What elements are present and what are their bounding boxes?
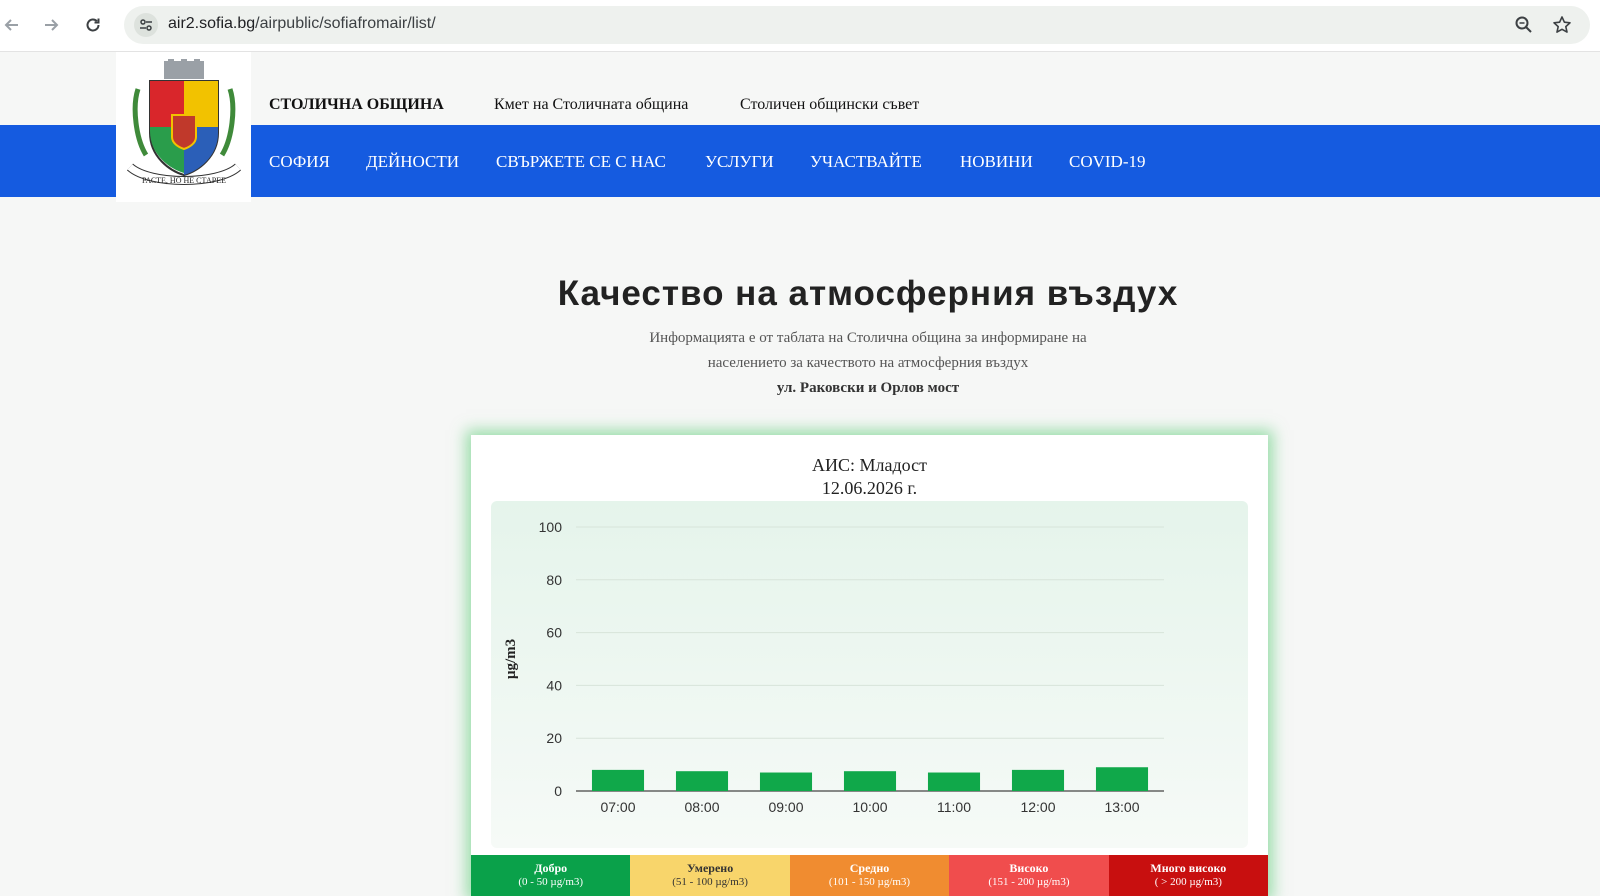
menu-item-covid[interactable]: COVID-19 bbox=[1069, 152, 1146, 172]
x-tick-label: 07:00 bbox=[600, 799, 635, 815]
legend-segment: Високо (151 - 200 µg/m3) bbox=[949, 855, 1109, 896]
legend-segment: Умерено (51 - 100 µg/m3) bbox=[630, 855, 790, 896]
page-title: Качество на атмосферния въздух bbox=[557, 274, 1179, 313]
chart-title-date: 12.06.2026 г. bbox=[821, 478, 918, 498]
y-tick-label: 100 bbox=[539, 519, 563, 535]
menu-item-contact[interactable]: СВЪРЖЕТЕ СЕ С НАС bbox=[496, 152, 666, 172]
forward-icon[interactable] bbox=[36, 10, 66, 40]
council-link[interactable]: Столичен общински съвет bbox=[740, 96, 919, 114]
bar-1000 bbox=[843, 771, 897, 791]
url-host: air2.sofia.bg bbox=[168, 15, 256, 32]
back-icon[interactable] bbox=[0, 10, 27, 40]
aqi-legend: Добро (0 - 50 µg/m3) Умерено (51 - 100 µg/m… bbox=[471, 855, 1269, 896]
x-tick-label: 10:00 bbox=[852, 799, 887, 815]
legend-range: (0 - 50 µg/m3) bbox=[518, 876, 584, 888]
air-quality-card: АИС: Младост 12.06.2026 г. 0 20 40 60 80 100 µ… bbox=[471, 435, 1269, 896]
legend-range: (101 - 150 µg/m3) bbox=[828, 876, 911, 888]
bar-chart: 0 20 40 60 80 100 µg/m3 07:00 08:00 09:00 10:00 11:… bbox=[491, 501, 1248, 848]
menu-item-activities[interactable]: ДЕЙНОСТИ bbox=[366, 152, 459, 172]
bar-0800 bbox=[675, 771, 729, 791]
subtitle-line-1: Информацията е от таблата на Столична об… bbox=[649, 330, 1087, 346]
menu-item-sofia[interactable]: СОФИЯ bbox=[269, 152, 330, 172]
y-tick-label: 0 bbox=[554, 783, 562, 799]
zoom-icon[interactable] bbox=[1512, 13, 1536, 37]
bar-0900 bbox=[759, 772, 813, 791]
subtitle-line-2: населението за качеството на атмосферния… bbox=[707, 355, 1029, 371]
browser-toolbar: air2.sofia.bg/airpublic/sofiafromair/lis… bbox=[0, 0, 1600, 52]
y-tick-label: 80 bbox=[546, 572, 562, 588]
legend-label: Умерено bbox=[686, 861, 734, 875]
address-bar[interactable]: air2.sofia.bg/airpublic/sofiafromair/lis… bbox=[124, 6, 1590, 44]
mayor-link[interactable]: Кмет на Столичната община bbox=[494, 96, 688, 114]
menu-item-news[interactable]: НОВИНИ bbox=[960, 152, 1033, 172]
legend-label: Средно bbox=[849, 861, 890, 875]
legend-label: Добро bbox=[534, 861, 568, 875]
legend-segment: Средно (101 - 150 µg/m3) bbox=[789, 855, 950, 896]
legend-segment: Много високо( > 200 µg/m3) bbox=[1108, 855, 1269, 896]
reload-icon[interactable] bbox=[78, 10, 108, 40]
legend-segment: Добро (0 - 50 µg/m3) bbox=[471, 855, 631, 896]
legend-label: Високо bbox=[1009, 861, 1049, 875]
org-name[interactable]: СТОЛИЧНА ОБЩИНА bbox=[269, 96, 444, 114]
x-tick-label: 12:00 bbox=[1020, 799, 1055, 815]
menu-item-services[interactable]: УСЛУГИ bbox=[705, 152, 774, 172]
bar-0700 bbox=[591, 769, 645, 791]
x-tick-label: 11:00 bbox=[937, 799, 971, 815]
legend-label: Много високо bbox=[1150, 861, 1227, 875]
y-axis-label: µg/m3 bbox=[503, 639, 519, 679]
y-tick-label: 20 bbox=[546, 730, 562, 746]
x-tick-label: 13:00 bbox=[1104, 799, 1139, 815]
y-tick-label: 40 bbox=[546, 677, 562, 693]
bar-1300 bbox=[1095, 767, 1149, 791]
legend-range: (51 - 100 µg/m3) bbox=[672, 876, 748, 888]
x-tick-label: 08:00 bbox=[684, 799, 719, 815]
chart-title-station: АИС: Младост bbox=[812, 455, 927, 475]
menu-item-participate[interactable]: УЧАСТВАЙТЕ bbox=[810, 152, 922, 172]
coat-of-arms-logo[interactable]: РАСТЕ, НО НЕ СТАРЕЕ bbox=[116, 52, 251, 202]
location-label: ул. Раковски и Орлов мост bbox=[776, 380, 960, 396]
site-settings-icon[interactable] bbox=[134, 13, 158, 37]
y-tick-label: 60 bbox=[546, 625, 562, 641]
bar-1100 bbox=[927, 772, 981, 791]
bookmark-star-icon[interactable] bbox=[1550, 13, 1574, 37]
x-tick-label: 09:00 bbox=[768, 799, 803, 815]
logo-motto: РАСТЕ, НО НЕ СТАРЕЕ bbox=[142, 176, 226, 185]
url-text[interactable]: air2.sofia.bg/airpublic/sofiafromair/lis… bbox=[168, 15, 436, 33]
legend-range: (151 - 200 µg/m3) bbox=[988, 876, 1070, 888]
bar-chart-svg: 0 20 40 60 80 100 µg/m3 07:00 08:00 09:00 10:00 11:… bbox=[503, 519, 1164, 815]
legend-range: ( > 200 µg/m3) bbox=[1154, 876, 1222, 888]
bar-1200 bbox=[1011, 769, 1065, 791]
url-path: /airpublic/sofiafromair/list/ bbox=[255, 15, 436, 32]
